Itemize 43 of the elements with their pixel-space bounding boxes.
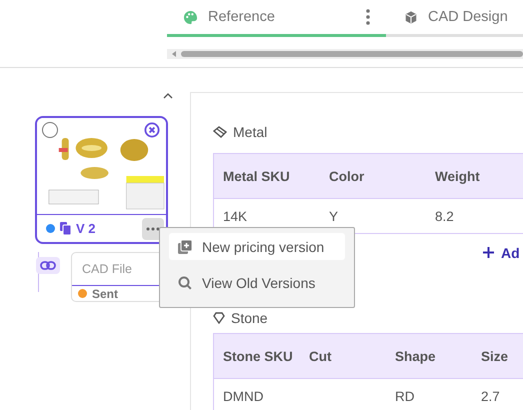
table-cell-text: DMND	[222, 388, 264, 404]
column-header: Color	[328, 168, 366, 184]
scrollbar-thumb[interactable]	[181, 51, 523, 57]
search-icon	[178, 276, 192, 290]
table-cell-text: Y	[328, 208, 340, 224]
status-label: Sent	[92, 286, 118, 300]
menu-item[interactable]: New pricing version	[169, 233, 345, 260]
section-title: Stone	[231, 310, 268, 326]
table-cell-text: RD	[394, 388, 416, 404]
link-icon	[40, 261, 56, 270]
table-cell-text: 14K	[222, 208, 248, 224]
gem-icon	[213, 312, 225, 324]
version-label: V 2	[76, 221, 97, 236]
section-title: Metal	[233, 124, 268, 140]
add-copy-icon	[178, 240, 192, 254]
plus-icon	[483, 247, 494, 258]
column-header: Stone SKU	[222, 348, 294, 364]
palette-icon	[183, 10, 198, 24]
column-header: Shape	[394, 348, 437, 364]
status-dot	[46, 224, 55, 233]
bar-icon	[213, 126, 227, 138]
version-card[interactable]: V 2	[35, 116, 168, 244]
scroll-left-icon[interactable]	[170, 50, 178, 58]
column-header: Size	[480, 348, 510, 364]
collapse-icon[interactable]	[163, 92, 173, 99]
column-header: Metal SKU	[222, 168, 291, 184]
column-header: Weight	[434, 168, 481, 184]
add-button[interactable]: Ad	[475, 244, 520, 260]
close-icon[interactable]	[144, 122, 160, 138]
copies-icon	[60, 222, 71, 235]
cube-icon	[404, 10, 418, 24]
menu-item[interactable]: View Old Versions	[169, 269, 345, 296]
column-header: Cut	[308, 348, 332, 364]
table-cell-text: 8.2	[434, 208, 455, 224]
link-button[interactable]	[36, 257, 60, 274]
tab[interactable]: Reference	[167, 0, 386, 37]
status-dot	[78, 289, 87, 298]
more-icon[interactable]	[366, 9, 370, 25]
more-icon	[146, 226, 160, 230]
cad-file-label: CAD File	[82, 262, 132, 276]
scrollbar[interactable]	[167, 49, 523, 59]
table-cell-text: 2.7	[480, 388, 501, 404]
tab[interactable]: CAD Design	[386, 0, 523, 37]
